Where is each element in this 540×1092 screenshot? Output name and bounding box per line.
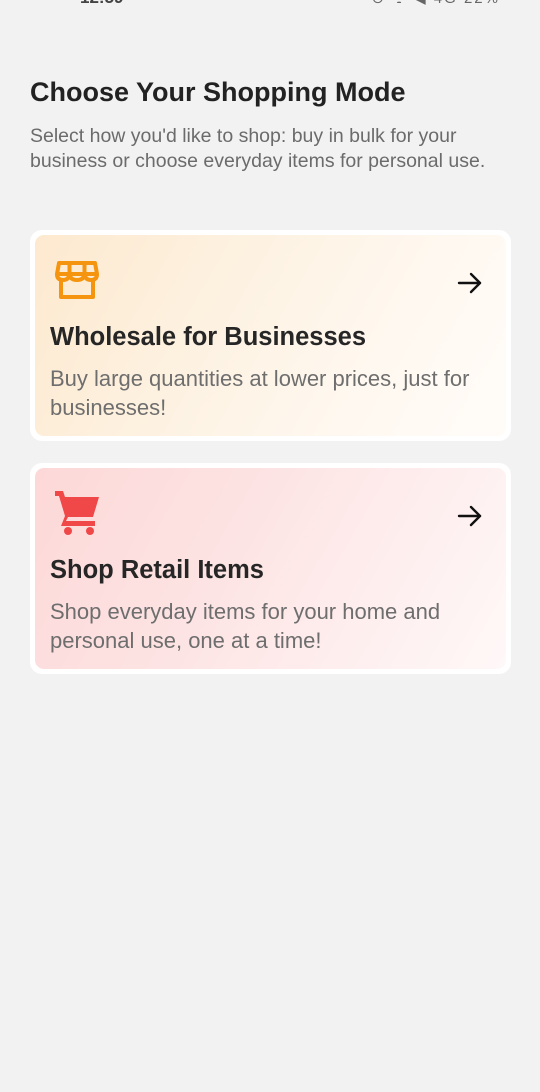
status-bar: 12:59 ⊙ ᯤ ◀ 4G 22% [0, 0, 540, 8]
arrow-right-icon [457, 272, 482, 294]
wholesale-title: Wholesale for Businesses [50, 323, 367, 351]
shopping-mode-screen: 12:59 ⊙ ᯤ ◀ 4G 22% Choose Your Shopping … [0, 0, 540, 1092]
retail-option-card[interactable]: Shop Retail Items Shop everyday items fo… [30, 463, 511, 674]
arrow-right-icon [457, 505, 482, 527]
status-indicators: ⊙ ᯤ ◀ 4G 22% [371, 0, 500, 8]
retail-description: Shop everyday items for your home and pe… [50, 599, 441, 653]
page-subtitle: Select how you'd like to shop: buy in bu… [30, 125, 486, 172]
status-time: 12:59 [80, 0, 123, 8]
retail-card-body: Shop Retail Items Shop everyday items fo… [35, 468, 506, 669]
retail-title: Shop Retail Items [50, 556, 264, 584]
page-title: Choose Your Shopping Mode [30, 77, 406, 107]
shopping-cart-icon [55, 491, 99, 535]
wholesale-description: Buy large quantities at lower prices, ju… [50, 366, 470, 420]
wholesale-option-card[interactable]: Wholesale for Businesses Buy large quant… [30, 230, 511, 441]
storefront-icon [55, 261, 99, 299]
page-header: Choose Your Shopping Mode Select how you… [30, 74, 500, 174]
wholesale-card-body: Wholesale for Businesses Buy large quant… [35, 235, 506, 436]
